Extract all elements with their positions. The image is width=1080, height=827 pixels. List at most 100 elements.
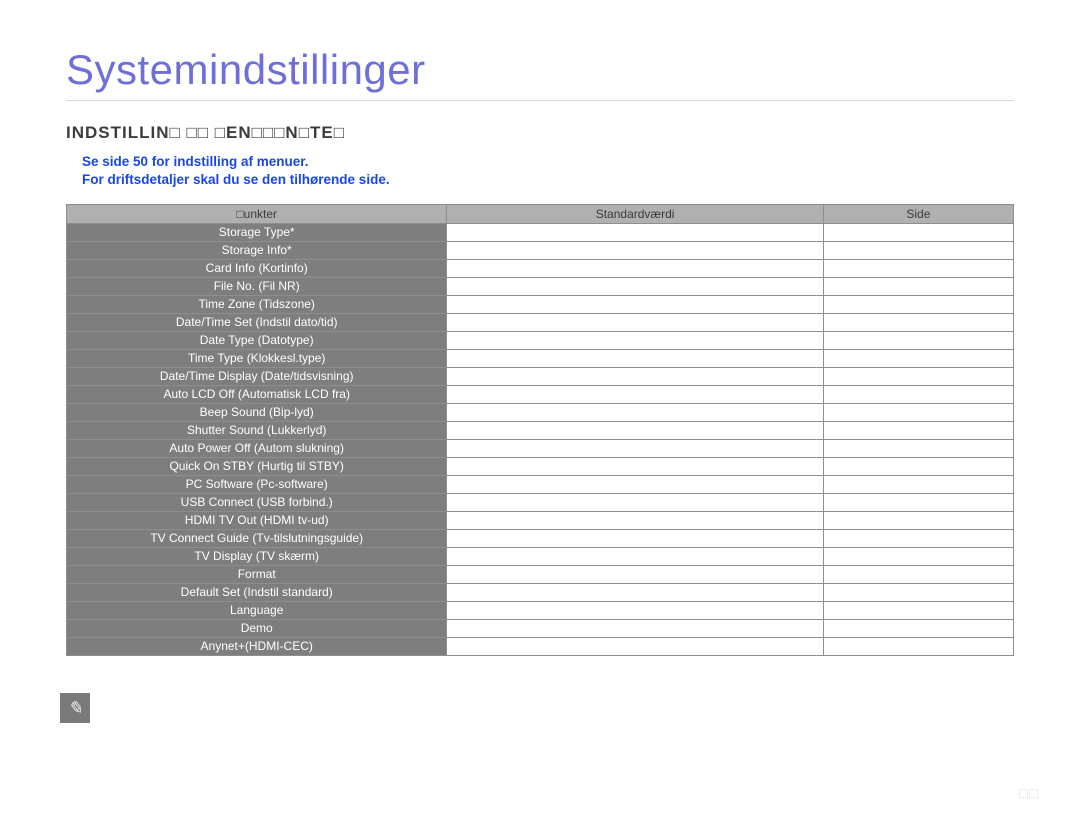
settings-item: PC Software (Pc-software) bbox=[67, 475, 447, 493]
settings-item: USB Connect (USB forbind.) bbox=[67, 493, 447, 511]
note-icon-wrap: ✎ bbox=[60, 693, 90, 723]
settings-item: Default Set (Indstil standard) bbox=[67, 583, 447, 601]
settings-default-value bbox=[447, 295, 823, 313]
table-row: Anynet+(HDMI-CEC) bbox=[67, 637, 1014, 655]
settings-page-ref bbox=[823, 475, 1013, 493]
table-row: Storage Type* bbox=[67, 223, 1014, 241]
settings-page-ref bbox=[823, 295, 1013, 313]
page-content: Systemindstillinger INDSTILLIN□ □□ □EN□□… bbox=[0, 0, 1080, 656]
settings-page-ref bbox=[823, 313, 1013, 331]
table-row: Shutter Sound (Lukkerlyd) bbox=[67, 421, 1014, 439]
settings-default-value bbox=[447, 403, 823, 421]
table-row: Demo bbox=[67, 619, 1014, 637]
table-row: Quick On STBY (Hurtig til STBY) bbox=[67, 457, 1014, 475]
settings-item: Anynet+(HDMI-CEC) bbox=[67, 637, 447, 655]
note-icon: ✎ bbox=[60, 693, 90, 723]
settings-page-ref bbox=[823, 583, 1013, 601]
page-number: □□ bbox=[1019, 785, 1040, 801]
table-row: Time Zone (Tidszone) bbox=[67, 295, 1014, 313]
settings-item: Time Type (Klokkesl.type) bbox=[67, 349, 447, 367]
settings-item: Date Type (Datotype) bbox=[67, 331, 447, 349]
intro-line-2: For driftsdetaljer skal du se den tilhør… bbox=[82, 171, 1014, 189]
settings-table: □unkter Standardværdi Side Storage Type*… bbox=[66, 204, 1014, 656]
table-row: Language bbox=[67, 601, 1014, 619]
settings-item: Language bbox=[67, 601, 447, 619]
settings-default-value bbox=[447, 331, 823, 349]
table-row: Auto LCD Off (Automatisk LCD fra) bbox=[67, 385, 1014, 403]
settings-item: Storage Info* bbox=[67, 241, 447, 259]
intro-block: Se side 50 for indstilling af menuer. Fo… bbox=[66, 153, 1014, 189]
settings-default-value bbox=[447, 313, 823, 331]
settings-default-value bbox=[447, 475, 823, 493]
settings-page-ref bbox=[823, 223, 1013, 241]
settings-page-ref bbox=[823, 619, 1013, 637]
table-row: Date Type (Datotype) bbox=[67, 331, 1014, 349]
settings-page-ref bbox=[823, 457, 1013, 475]
table-row: Auto Power Off (Autom slukning) bbox=[67, 439, 1014, 457]
settings-item: Shutter Sound (Lukkerlyd) bbox=[67, 421, 447, 439]
settings-page-ref bbox=[823, 421, 1013, 439]
settings-default-value bbox=[447, 565, 823, 583]
settings-page-ref bbox=[823, 331, 1013, 349]
settings-item: Time Zone (Tidszone) bbox=[67, 295, 447, 313]
settings-page-ref bbox=[823, 529, 1013, 547]
table-row: Time Type (Klokkesl.type) bbox=[67, 349, 1014, 367]
settings-item: Storage Type* bbox=[67, 223, 447, 241]
settings-item: Beep Sound (Bip-lyd) bbox=[67, 403, 447, 421]
settings-default-value bbox=[447, 421, 823, 439]
settings-default-value bbox=[447, 511, 823, 529]
settings-default-value bbox=[447, 547, 823, 565]
settings-page-ref bbox=[823, 511, 1013, 529]
header-value: Standardværdi bbox=[447, 204, 823, 223]
settings-default-value bbox=[447, 493, 823, 511]
table-row: TV Connect Guide (Tv-tilslutningsguide) bbox=[67, 529, 1014, 547]
table-body: Storage Type*Storage Info*Card Info (Kor… bbox=[67, 223, 1014, 655]
settings-item: Card Info (Kortinfo) bbox=[67, 259, 447, 277]
settings-page-ref bbox=[823, 259, 1013, 277]
intro-line-1: Se side 50 for indstilling af menuer. bbox=[82, 153, 1014, 171]
settings-page-ref bbox=[823, 385, 1013, 403]
table-row: Card Info (Kortinfo) bbox=[67, 259, 1014, 277]
table-row: PC Software (Pc-software) bbox=[67, 475, 1014, 493]
settings-item: File No. (Fil NR) bbox=[67, 277, 447, 295]
table-row: USB Connect (USB forbind.) bbox=[67, 493, 1014, 511]
settings-default-value bbox=[447, 367, 823, 385]
table-row: Beep Sound (Bip-lyd) bbox=[67, 403, 1014, 421]
header-item: □unkter bbox=[67, 204, 447, 223]
settings-page-ref bbox=[823, 565, 1013, 583]
settings-page-ref bbox=[823, 493, 1013, 511]
settings-page-ref bbox=[823, 637, 1013, 655]
settings-default-value bbox=[447, 349, 823, 367]
section-heading: INDSTILLIN□ □□ □EN□□□N□TE□ bbox=[66, 123, 1014, 143]
settings-page-ref bbox=[823, 277, 1013, 295]
settings-item: Format bbox=[67, 565, 447, 583]
settings-default-value bbox=[447, 529, 823, 547]
settings-default-value bbox=[447, 259, 823, 277]
settings-item: Quick On STBY (Hurtig til STBY) bbox=[67, 457, 447, 475]
settings-item: Date/Time Set (Indstil dato/tid) bbox=[67, 313, 447, 331]
table-row: Date/Time Set (Indstil dato/tid) bbox=[67, 313, 1014, 331]
settings-page-ref bbox=[823, 601, 1013, 619]
header-page: Side bbox=[823, 204, 1013, 223]
settings-default-value bbox=[447, 583, 823, 601]
settings-page-ref bbox=[823, 349, 1013, 367]
settings-page-ref bbox=[823, 367, 1013, 385]
settings-item: Auto Power Off (Autom slukning) bbox=[67, 439, 447, 457]
settings-item: Auto LCD Off (Automatisk LCD fra) bbox=[67, 385, 447, 403]
settings-item: Demo bbox=[67, 619, 447, 637]
table-row: Storage Info* bbox=[67, 241, 1014, 259]
table-row: Format bbox=[67, 565, 1014, 583]
settings-item: TV Connect Guide (Tv-tilslutningsguide) bbox=[67, 529, 447, 547]
settings-item: Date/Time Display (Date/tidsvisning) bbox=[67, 367, 447, 385]
settings-default-value bbox=[447, 223, 823, 241]
settings-default-value bbox=[447, 277, 823, 295]
table-row: Default Set (Indstil standard) bbox=[67, 583, 1014, 601]
settings-default-value bbox=[447, 385, 823, 403]
settings-page-ref bbox=[823, 403, 1013, 421]
table-header-row: □unkter Standardværdi Side bbox=[67, 204, 1014, 223]
settings-default-value bbox=[447, 241, 823, 259]
settings-default-value bbox=[447, 619, 823, 637]
settings-default-value bbox=[447, 439, 823, 457]
table-row: HDMI TV Out (HDMI tv-ud) bbox=[67, 511, 1014, 529]
table-row: TV Display (TV skærm) bbox=[67, 547, 1014, 565]
